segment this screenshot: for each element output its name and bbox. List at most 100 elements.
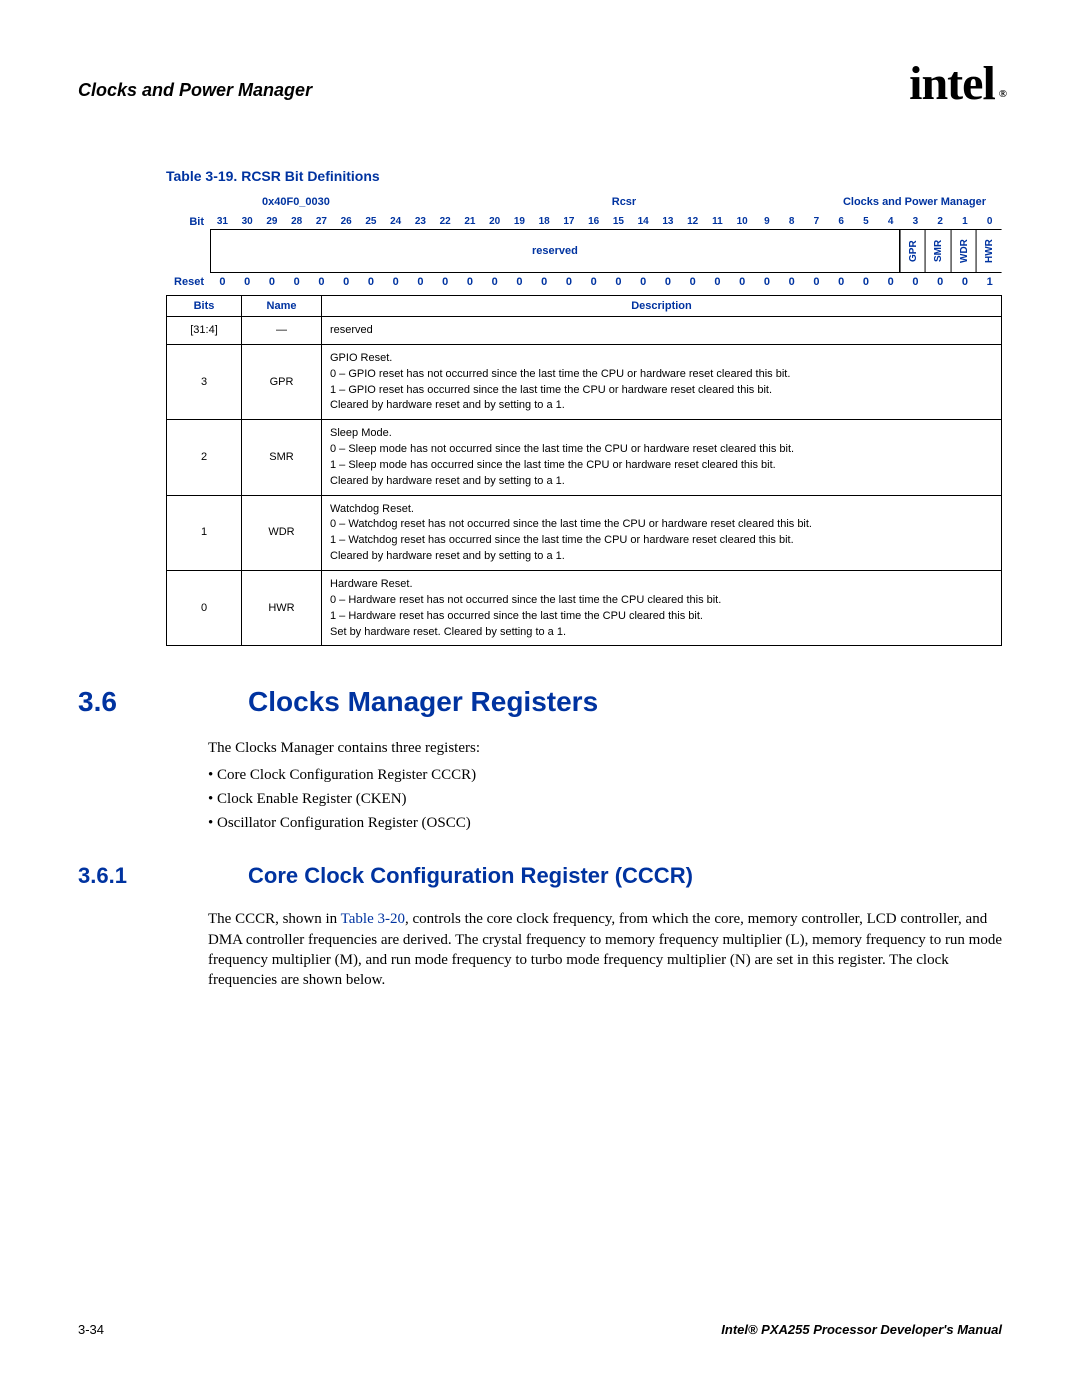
list-item: Oscillator Configuration Register (OSCC) [208, 813, 1002, 833]
desc-cell: Hardware Reset.0 – Hardware reset has no… [322, 570, 1002, 645]
bit-number: 31 [210, 214, 235, 229]
bit-number: 6 [829, 214, 854, 229]
list-item: Clock Enable Register (CKEN) [208, 789, 1002, 809]
reset-value: 0 [730, 273, 755, 291]
name-cell: SMR [242, 420, 322, 495]
reset-value: 0 [903, 273, 928, 291]
subsection-number: 3.6.1 [78, 863, 208, 889]
register-module: Clocks and Power Manager [745, 196, 996, 208]
th-bits: Bits [167, 296, 242, 317]
reset-value: 0 [557, 273, 582, 291]
table-row: 3GPRGPIO Reset.0 – GPIO reset has not oc… [167, 344, 1002, 419]
section-title: Clocks Manager Registers [248, 686, 598, 718]
bit-number: 30 [235, 214, 260, 229]
reset-value: 0 [928, 273, 953, 291]
reset-value: 0 [210, 273, 235, 291]
reset-value: 0 [606, 273, 631, 291]
reset-value: 0 [408, 273, 433, 291]
bits-cell: [31:4] [167, 317, 242, 345]
bit-number: 8 [779, 214, 804, 229]
bit-number: 19 [507, 214, 532, 229]
reset-value: 0 [532, 273, 557, 291]
bit-number: 11 [705, 214, 730, 229]
reset-value: 0 [260, 273, 285, 291]
reset-value: 0 [755, 273, 780, 291]
section-3-6: 3.6 Clocks Manager Registers [78, 686, 1002, 718]
bit-number: 9 [755, 214, 780, 229]
reset-value: 0 [854, 273, 879, 291]
desc-cell: GPIO Reset.0 – GPIO reset has not occurr… [322, 344, 1002, 419]
reset-row: Reset 00000000000000000000000000000001 [166, 273, 1002, 291]
reset-value: 0 [953, 273, 978, 291]
bit-number: 21 [458, 214, 483, 229]
table-row: 0HWRHardware Reset.0 – Hardware reset ha… [167, 570, 1002, 645]
register-diagram: 0x40F0_0030 Rcsr Clocks and Power Manage… [166, 196, 1002, 646]
bits-cell: 0 [167, 570, 242, 645]
intel-logo: intel® [909, 60, 1002, 108]
bits-cell: 3 [167, 344, 242, 419]
page-footer: 3-34 Intel® PXA255 Processor Developer's… [78, 1322, 1002, 1337]
bit-number: 27 [309, 214, 334, 229]
reset-value: 0 [482, 273, 507, 291]
reset-value: 0 [656, 273, 681, 291]
desc-cell: reserved [322, 317, 1002, 345]
bit-field-row: reserved GPR SMR WDR HWR [166, 229, 1002, 273]
page-number: 3-34 [78, 1322, 104, 1337]
reset-value: 0 [334, 273, 359, 291]
bit-number: 4 [878, 214, 903, 229]
bit-number: 12 [680, 214, 705, 229]
register-header: 0x40F0_0030 Rcsr Clocks and Power Manage… [166, 196, 1002, 208]
table-link[interactable]: Table 3-20 [341, 911, 405, 927]
reset-value: 0 [581, 273, 606, 291]
intro-text: The Clocks Manager contains three regist… [208, 738, 1002, 758]
bit-number: 17 [557, 214, 582, 229]
reserved-field: reserved [210, 229, 900, 273]
bit-number: 10 [730, 214, 755, 229]
bit-number: 7 [804, 214, 829, 229]
table-row: 2SMRSleep Mode.0 – Sleep mode has not oc… [167, 420, 1002, 495]
bit-number: 18 [532, 214, 557, 229]
table-caption: Table 3-19. RCSR Bit Definitions [166, 168, 1002, 184]
bit-number: 29 [260, 214, 285, 229]
bit-number: 25 [359, 214, 384, 229]
bit-number: 1 [953, 214, 978, 229]
reset-value: 0 [433, 273, 458, 291]
bit-number: 24 [383, 214, 408, 229]
bit-number: 0 [977, 214, 1002, 229]
reset-value: 0 [878, 273, 903, 291]
section-3-6-1-body: The CCCR, shown in Table 3-20, controls … [208, 909, 1002, 990]
th-name: Name [242, 296, 322, 317]
reset-value: 1 [977, 273, 1002, 291]
bits-cell: 2 [167, 420, 242, 495]
reset-value: 0 [284, 273, 309, 291]
reset-value: 0 [705, 273, 730, 291]
register-address: 0x40F0_0030 [172, 196, 503, 208]
reset-value: 0 [680, 273, 705, 291]
bit-number: 15 [606, 214, 631, 229]
desc-cell: Sleep Mode.0 – Sleep mode has not occurr… [322, 420, 1002, 495]
bit-number: 2 [928, 214, 953, 229]
reset-value: 0 [779, 273, 804, 291]
bit-label: Bit [166, 216, 210, 228]
bit-number: 22 [433, 214, 458, 229]
bit-number: 23 [408, 214, 433, 229]
description-table: Bits Name Description [31:4]—reserved3GP… [166, 295, 1002, 646]
reset-value: 0 [829, 273, 854, 291]
name-cell: — [242, 317, 322, 345]
table-row: 1WDRWatchdog Reset.0 – Watchdog reset ha… [167, 495, 1002, 570]
bit-number-row: Bit 313029282726252423222120191817161514… [166, 214, 1002, 229]
section-3-6-body: The Clocks Manager contains three regist… [208, 738, 1002, 833]
th-desc: Description [322, 296, 1002, 317]
chapter-title: Clocks and Power Manager [78, 80, 312, 101]
register-list: Core Clock Configuration Register CCCR)C… [208, 765, 1002, 834]
reset-value: 0 [507, 273, 532, 291]
manual-title: Intel® PXA255 Processor Developer's Manu… [721, 1322, 1002, 1337]
bit-number: 13 [656, 214, 681, 229]
bit-number: 16 [581, 214, 606, 229]
bit-number: 28 [284, 214, 309, 229]
bit-number: 3 [903, 214, 928, 229]
reset-value: 0 [631, 273, 656, 291]
name-cell: GPR [242, 344, 322, 419]
name-cell: WDR [242, 495, 322, 570]
table-row: [31:4]—reserved [167, 317, 1002, 345]
